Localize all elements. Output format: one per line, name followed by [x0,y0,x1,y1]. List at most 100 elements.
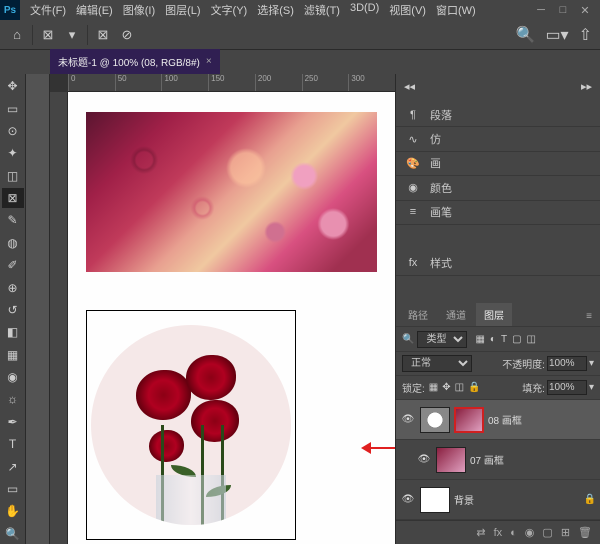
visibility-icon[interactable]: 👁 [400,494,416,505]
menu-edit[interactable]: 编辑(E) [72,0,117,20]
link-layers-icon[interactable]: ⇄ [476,526,485,539]
wand-tool[interactable]: ✦ [2,143,24,163]
document-tab[interactable]: 未标题-1 @ 100% (08, RGB/8#) × [50,49,220,74]
menu-view[interactable]: 视图(V) [385,0,430,20]
visibility-icon[interactable]: 👁 [416,454,432,465]
lock-all-icon[interactable]: 🔒 [468,382,480,393]
share-icon[interactable]: ⇧ [579,25,592,45]
menu-file[interactable]: 文件(F) [26,0,70,20]
blend-mode-select[interactable]: 正常 [402,355,472,372]
layer-filter-select[interactable]: 类型 [417,331,467,348]
annotation-arrow [363,447,395,449]
color-icon[interactable]: ◉ [404,179,422,197]
delete-layer-icon[interactable]: 🗑 [578,526,592,539]
heal-tool[interactable]: ◍ [2,233,24,253]
marquee-tool[interactable]: ▭ [2,98,24,118]
type-tool[interactable]: T [2,434,24,454]
workspace-icon[interactable]: ▭▾ [545,25,568,45]
swatches-icon[interactable]: 🎨 [404,154,422,172]
layer-name[interactable]: 07 画框 [470,452,504,467]
styles-label[interactable]: 样式 [430,255,452,271]
layer-content-thumb[interactable] [420,487,450,513]
lock-position-icon[interactable]: ✥ [442,382,450,393]
panel-close-icon[interactable]: ≡ [578,307,600,326]
dodge-tool[interactable]: ☼ [2,389,24,409]
frame-tool-option-1[interactable]: ⊠ [39,26,57,44]
layer-fx-icon[interactable]: fx [494,527,503,539]
filter-type-icon[interactable]: T [501,334,507,345]
hand-tool[interactable]: ✋ [2,501,24,521]
menu-layer[interactable]: 图层(L) [161,0,204,20]
layer-mask-thumb[interactable] [420,407,450,433]
path-tool[interactable]: ↗ [2,456,24,476]
brushes-icon[interactable]: ≡ [404,203,422,221]
close-tab-icon[interactable]: × [206,56,212,67]
frame-08-content[interactable] [86,112,377,272]
glyph-icon[interactable]: ∿ [404,130,422,148]
color-label[interactable]: 颜色 [430,180,452,196]
fill-input[interactable] [547,380,587,395]
stamp-tool[interactable]: ⊕ [2,277,24,297]
new-layer-icon[interactable]: ⊞ [561,526,570,539]
maximize-button[interactable]: □ [556,4,570,17]
frame-07[interactable] [86,310,296,540]
menu-type[interactable]: 文字(Y) [207,0,252,20]
visibility-icon[interactable]: 👁 [400,414,416,425]
frame-ellipse-icon[interactable]: ⊘ [118,26,136,44]
menu-3d[interactable]: 3D(D) [346,0,383,20]
rect-tool[interactable]: ▭ [2,479,24,499]
paragraph-label[interactable]: 段落 [430,107,452,123]
brush-tool[interactable]: ✐ [2,255,24,275]
layer-name[interactable]: 背景 [454,492,474,507]
adjustment-icon[interactable]: ◉ [525,526,535,539]
eyedropper-tool[interactable]: ✎ [2,210,24,230]
styles-icon[interactable]: fx [404,254,422,272]
layer-row[interactable]: 👁 08 画框 [396,400,600,440]
minimize-button[interactable]: ─ [534,4,548,17]
blur-tool[interactable]: ◉ [2,367,24,387]
layer-name[interactable]: 08 画框 [488,412,522,427]
frame-rect-icon[interactable]: ⊠ [94,26,112,44]
layer-mask-icon[interactable]: ◐ [510,527,517,539]
move-tool[interactable]: ✥ [2,76,24,96]
layer-content-thumb[interactable] [454,407,484,433]
history-brush-tool[interactable]: ↺ [2,300,24,320]
panel-menu-icon[interactable]: ▸▸ [581,80,592,97]
opacity-input[interactable] [547,356,587,371]
search-icon[interactable]: 🔍 [516,25,536,45]
group-icon[interactable]: ▢ [542,526,552,539]
layer-row[interactable]: 👁 07 画框 [396,440,600,480]
zoom-tool[interactable]: 🔍 [2,524,24,544]
tab-paths[interactable]: 路径 [400,303,436,326]
swatches-label[interactable]: 画 [430,155,441,171]
tab-layers[interactable]: 图层 [476,303,512,326]
lock-artboard-icon[interactable]: ◫ [455,382,464,393]
brushes-label[interactable]: 画笔 [430,204,452,220]
lasso-tool[interactable]: ⊙ [2,121,24,141]
frame-tool[interactable]: ⊠ [2,188,24,208]
filter-pixel-icon[interactable]: ▦ [475,334,484,345]
layer-content-thumb[interactable] [436,447,466,473]
menu-image[interactable]: 图像(I) [119,0,159,20]
paragraph-icon[interactable]: ¶ [404,106,422,124]
menu-window[interactable]: 窗口(W) [432,0,480,20]
panel-collapse-icon[interactable]: ◂◂ [404,80,415,97]
pen-tool[interactable]: ✒ [2,412,24,432]
filter-adjust-icon[interactable]: ◐ [490,334,496,345]
menu-filter[interactable]: 滤镜(T) [300,0,344,20]
tab-channels[interactable]: 通道 [438,303,474,326]
glyph-label[interactable]: 仿 [430,131,441,147]
crop-tool[interactable]: ◫ [2,166,24,186]
menu-select[interactable]: 选择(S) [253,0,298,20]
eraser-tool[interactable]: ◧ [2,322,24,342]
gradient-tool[interactable]: ▦ [2,345,24,365]
canvas[interactable] [68,92,395,544]
lock-pixels-icon[interactable]: ▦ [429,382,438,393]
frame-tool-dropdown[interactable]: ▾ [63,26,81,44]
filter-smart-icon[interactable]: ◫ [527,334,536,345]
filter-shape-icon[interactable]: ▢ [512,334,521,345]
lock-icon: 🔒 [584,494,596,505]
close-button[interactable]: ✕ [578,4,592,17]
home-icon[interactable]: ⌂ [8,26,26,44]
layer-row[interactable]: 👁 背景 🔒 [396,480,600,520]
